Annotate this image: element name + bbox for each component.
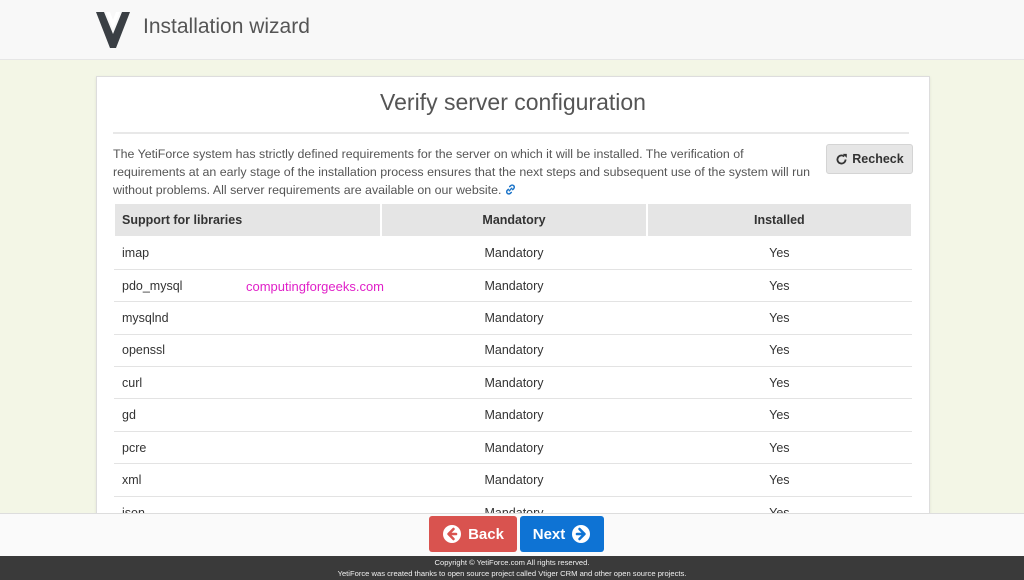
app-title: Installation wizard bbox=[143, 15, 310, 38]
installed-cell: Yes bbox=[646, 268, 912, 302]
refresh-icon bbox=[836, 153, 848, 164]
table-header-row: Support for libraries Mandatory Installe… bbox=[112, 202, 914, 238]
library-name: openssl bbox=[114, 333, 382, 367]
title-divider bbox=[113, 132, 909, 134]
table-row: pdo_mysql Mandatory Yes bbox=[114, 268, 912, 302]
installed-cell: Yes bbox=[646, 398, 912, 432]
installed-cell: Yes bbox=[646, 333, 912, 367]
library-name: xml bbox=[114, 463, 382, 497]
mandatory-cell: Mandatory bbox=[381, 430, 647, 464]
mandatory-cell: Mandatory bbox=[381, 398, 647, 432]
table-row: openssl Mandatory Yes bbox=[114, 333, 912, 367]
copyright-line: Copyright © YetiForce.com All rights res… bbox=[434, 558, 590, 567]
credits-line: YetiForce was created thanks to open sou… bbox=[337, 569, 687, 578]
arrow-right-circle-icon bbox=[572, 525, 591, 543]
column-header-installed: Installed bbox=[645, 202, 914, 238]
watermark-text: computingforgeeks.com bbox=[246, 279, 385, 294]
mandatory-cell: Mandatory bbox=[381, 236, 647, 270]
library-name: mysqlnd bbox=[114, 301, 382, 335]
table-row: gd Mandatory Yes bbox=[114, 398, 912, 432]
installed-cell: Yes bbox=[646, 463, 912, 497]
mandatory-cell: Mandatory bbox=[381, 268, 647, 302]
table-row: pcre Mandatory Yes bbox=[114, 430, 912, 464]
copyright-footer: Copyright © YetiForce.com All rights res… bbox=[0, 556, 1024, 580]
table-row: imap Mandatory Yes bbox=[114, 236, 912, 270]
next-button[interactable]: Next bbox=[520, 516, 604, 552]
description-body: The YetiForce system has strictly define… bbox=[113, 147, 811, 197]
table-row: curl Mandatory Yes bbox=[114, 366, 912, 399]
mandatory-cell: Mandatory bbox=[381, 463, 647, 497]
description-text: The YetiForce system has strictly define… bbox=[113, 145, 817, 199]
library-name: gd bbox=[114, 398, 382, 432]
next-label: Next bbox=[532, 525, 566, 543]
recheck-label: Recheck bbox=[852, 152, 904, 166]
table-row: xml Mandatory Yes bbox=[114, 463, 912, 497]
yetiforce-logo-icon bbox=[96, 12, 130, 48]
libraries-table: Support for libraries Mandatory Installe… bbox=[112, 202, 914, 515]
column-header-mandatory: Mandatory bbox=[380, 202, 648, 238]
table-row: mysqlnd Mandatory Yes bbox=[114, 301, 912, 335]
installed-cell: Yes bbox=[646, 430, 912, 464]
library-name: pcre bbox=[114, 430, 382, 464]
mandatory-cell: Mandatory bbox=[381, 301, 647, 335]
mandatory-cell: Mandatory bbox=[381, 333, 647, 367]
config-panel: Verify server configuration The YetiForc… bbox=[96, 76, 930, 516]
back-button[interactable]: Back bbox=[429, 516, 517, 552]
mandatory-cell: Mandatory bbox=[381, 366, 647, 399]
installed-cell: Yes bbox=[646, 236, 912, 270]
library-name: curl bbox=[114, 366, 382, 399]
arrow-left-circle-icon bbox=[443, 525, 462, 543]
link-icon[interactable] bbox=[504, 183, 517, 196]
page-title: Verify server configuration bbox=[380, 89, 646, 115]
library-name: imap bbox=[114, 236, 382, 270]
installed-cell: Yes bbox=[646, 366, 912, 399]
top-header: Installation wizard bbox=[0, 0, 1024, 60]
recheck-button[interactable]: Recheck bbox=[826, 144, 913, 174]
installed-cell: Yes bbox=[646, 301, 912, 335]
back-label: Back bbox=[468, 525, 504, 543]
column-header-library: Support for libraries bbox=[112, 202, 383, 238]
